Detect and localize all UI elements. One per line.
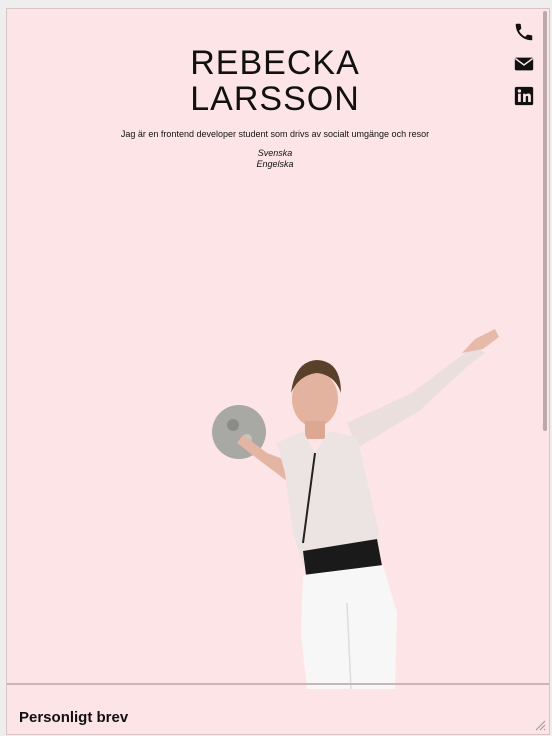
resize-handle-icon[interactable]: [534, 719, 546, 731]
page-frame: REBECKA LARSSON Jag är en frontend devel…: [6, 8, 550, 735]
profile-name: REBECKA LARSSON: [7, 45, 543, 117]
language-item: Engelska: [256, 159, 294, 169]
personal-letter-heading: Personligt brev: [19, 709, 129, 726]
envelope-icon[interactable]: [513, 53, 535, 75]
contact-links: [513, 21, 535, 107]
vertical-scrollbar[interactable]: [543, 11, 547, 431]
first-name: REBECKA: [190, 44, 360, 82]
profile-photo: [212, 329, 499, 689]
language-list: Svenska Engelska: [7, 148, 543, 170]
profile-header: REBECKA LARSSON Jag är en frontend devel…: [7, 45, 543, 170]
phone-icon[interactable]: [513, 21, 535, 43]
section-divider: [7, 683, 549, 685]
linkedin-icon[interactable]: [513, 85, 535, 107]
profile-tagline: Jag är en frontend developer student som…: [120, 129, 430, 139]
last-name: LARSSON: [190, 80, 360, 118]
language-item: Svenska: [257, 148, 293, 158]
